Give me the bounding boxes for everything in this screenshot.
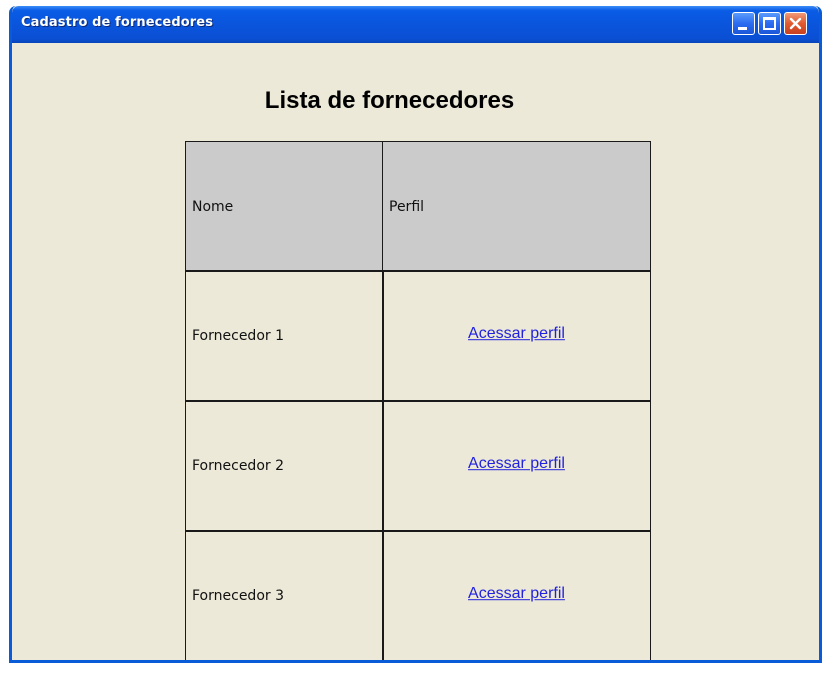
maximize-button[interactable]: [758, 12, 781, 35]
table-row: Fornecedor 1: [185, 270, 384, 402]
profile-link-3[interactable]: Acessar perfil: [383, 585, 650, 603]
profile-link-2[interactable]: Acessar perfil: [383, 455, 650, 473]
close-button[interactable]: [784, 12, 807, 35]
supplier-name: Fornecedor 1: [192, 328, 284, 344]
header-label-name: Nome: [192, 198, 234, 215]
table-header-profile: Perfil: [382, 141, 651, 272]
window-title: Cadastro de fornecedores: [21, 15, 214, 30]
suppliers-table: Nome Perfil Fornecedor 1 Acessar perfil …: [185, 141, 651, 660]
table-cell-profile: Acessar perfil: [382, 530, 651, 660]
header-label-profile: Perfil: [389, 198, 425, 215]
maximize-icon: [763, 17, 776, 30]
table-cell-profile: Acessar perfil: [382, 400, 651, 532]
page-title: Lista de fornecedores: [264, 87, 515, 114]
table-row: Fornecedor 2: [185, 400, 384, 532]
close-icon: [789, 17, 802, 30]
app-window: Cadastro de fornecedores Lista de fornec…: [9, 6, 822, 663]
table-row: Fornecedor 3: [185, 530, 384, 660]
table-header-name: Nome: [185, 141, 384, 272]
window-content: Lista de fornecedores Nome Perfil Fornec…: [12, 43, 819, 660]
minimize-icon: [738, 27, 747, 30]
minimize-button[interactable]: [732, 12, 755, 35]
profile-link-1[interactable]: Acessar perfil: [383, 325, 650, 343]
supplier-name: Fornecedor 3: [192, 588, 284, 604]
title-bar[interactable]: Cadastro de fornecedores: [12, 6, 819, 43]
supplier-name: Fornecedor 2: [192, 458, 284, 474]
table-cell-profile: Acessar perfil: [382, 270, 651, 402]
